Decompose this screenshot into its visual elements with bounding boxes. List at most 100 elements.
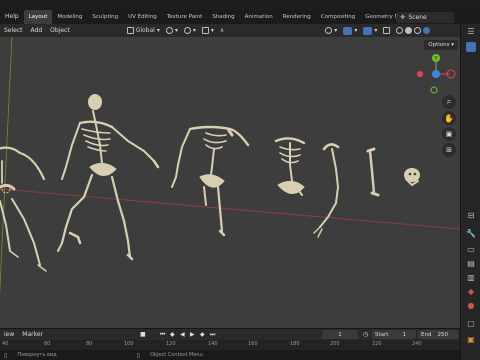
start-label: Start	[375, 331, 389, 338]
properties-active-icon[interactable]	[466, 42, 476, 52]
ruler-tick: 60	[44, 341, 51, 347]
tab-animation[interactable]: Animation	[240, 10, 278, 24]
eye-icon	[325, 27, 333, 34]
ruler-tick: 220	[372, 341, 382, 347]
end-value: 250	[437, 331, 448, 338]
skull[interactable]	[404, 168, 420, 186]
scene-props-icon[interactable]: ◆	[466, 286, 476, 296]
skeleton-1[interactable]	[57, 94, 160, 261]
xray-toggle[interactable]	[380, 26, 393, 36]
ruler-tick: 100	[124, 341, 134, 347]
pivot-point-button[interactable]: ▾	[163, 26, 181, 36]
visibility-button[interactable]: ▾	[322, 26, 340, 36]
status-rotate-view: Повернуть вид	[17, 352, 57, 358]
end-label: End	[421, 331, 432, 338]
overlay-toggle[interactable]: ▾	[360, 26, 380, 36]
tab-compositing[interactable]: Compositing	[316, 10, 360, 24]
material-icon[interactable]	[414, 27, 422, 34]
gizmo-toggle[interactable]: ▾	[340, 26, 360, 36]
next-keyframe-icon[interactable]: ◆	[200, 331, 205, 338]
perspective-grid-icon[interactable]: ⊞	[442, 143, 456, 157]
rendered-icon[interactable]	[423, 27, 431, 34]
ruler-tick: 80	[86, 341, 93, 347]
tab-shading[interactable]: Shading	[207, 10, 239, 24]
ruler-tick: 140	[208, 341, 218, 347]
camera-view-icon[interactable]: ▣	[442, 127, 456, 141]
world-icon[interactable]: ●	[466, 300, 476, 310]
skeleton-arm[interactable]	[313, 143, 340, 238]
chevron-down-icon: ▾	[192, 27, 196, 34]
gizmo-neg-y[interactable]	[430, 86, 438, 94]
end-frame-field[interactable]: End 250	[418, 330, 458, 339]
scene-name: Scene	[408, 14, 427, 21]
orientation-label: Global	[135, 27, 155, 34]
chevron-down-icon: ▾	[374, 27, 378, 34]
output-icon[interactable]: ▤	[466, 258, 476, 268]
play-reverse-icon[interactable]: ◀	[180, 331, 185, 338]
ruler-tick: 200	[330, 341, 340, 347]
wireframe-icon[interactable]	[396, 27, 404, 34]
tab-modeling[interactable]: Modeling	[52, 10, 87, 24]
skeleton-edge[interactable]	[0, 146, 47, 272]
jump-end-icon[interactable]: ⏭	[210, 331, 215, 339]
clock-icon: ◷	[363, 331, 369, 338]
hand-pan-icon[interactable]: ✋	[442, 111, 456, 125]
shading-modes[interactable]	[393, 26, 433, 36]
proportional-icon	[201, 27, 209, 34]
properties-editor-icon[interactable]: ⊟	[466, 210, 476, 220]
status-bar: ▯ Повернуть вид ▯ Object Context Menu	[0, 350, 460, 360]
overlay-icon	[363, 26, 373, 35]
ruler-tick: 120	[166, 341, 176, 347]
chevron-down-icon: ▾	[174, 27, 178, 34]
pivot-icon	[165, 27, 173, 34]
ruler-tick: 180	[290, 341, 300, 347]
falloff-button[interactable]: ∧	[217, 26, 227, 36]
zoom-icon[interactable]: ⌕	[442, 95, 456, 109]
timeline-marker-menu[interactable]: Marker	[18, 331, 47, 338]
tab-layout[interactable]: Layout	[23, 10, 53, 24]
outliner-icon[interactable]: ☰	[466, 26, 476, 36]
skeleton-3[interactable]	[274, 137, 306, 196]
play-icon[interactable]: ▶	[190, 331, 195, 338]
render-icon[interactable]: ▭	[466, 244, 476, 254]
menu-help[interactable]: Help	[0, 10, 24, 24]
tool-icon[interactable]: 🔧	[466, 228, 476, 238]
x-axis-line	[0, 188, 460, 230]
start-frame-field[interactable]: Start 1	[372, 330, 416, 339]
gizmo-neg-x[interactable]	[417, 71, 423, 77]
jump-start-icon[interactable]: ⏮	[160, 331, 165, 339]
object-props-icon[interactable]: ▢	[466, 318, 476, 328]
tab-rendering[interactable]: Rendering	[278, 10, 316, 24]
menu-select[interactable]: Select	[0, 27, 27, 34]
modifier-icon[interactable]: ▣	[466, 334, 476, 344]
scene-selector[interactable]: ❖ Scene	[396, 12, 454, 23]
timeline-ruler[interactable]: 40 60 80 100 120 140 160 180 200 220 240	[0, 340, 460, 350]
chevron-down-icon: ▾	[334, 27, 338, 34]
current-frame-field[interactable]: 1	[322, 330, 358, 339]
snap-icon	[183, 27, 191, 34]
snap-button[interactable]: ▾	[181, 26, 199, 36]
record-icon[interactable]: ■	[140, 331, 146, 338]
view-layer-icon[interactable]: ▥	[466, 272, 476, 282]
proportional-edit-button[interactable]: ▾	[199, 26, 217, 36]
chevron-down-icon: ▾	[210, 27, 214, 34]
tab-texture-paint[interactable]: Texture Paint	[162, 10, 208, 24]
ruler-tick: 40	[2, 341, 9, 347]
3d-viewport[interactable]: Options ▾ Y ⌕ ✋ ▣ ⊞	[0, 37, 460, 328]
navigation-gizmo[interactable]: Y	[417, 54, 456, 94]
ruler-tick: 240	[412, 341, 422, 347]
mouse-icon: ▯	[4, 351, 8, 359]
transform-orientation[interactable]: Global ▾	[124, 26, 163, 36]
tab-uv-editing[interactable]: UV Editing	[123, 10, 162, 24]
menu-add[interactable]: Add	[27, 27, 47, 34]
prev-keyframe-icon[interactable]: ◆	[170, 331, 175, 338]
skeleton-2[interactable]	[171, 125, 250, 237]
solid-icon[interactable]	[405, 27, 413, 34]
menu-object[interactable]: Object	[46, 27, 74, 34]
skeleton-bone[interactable]	[366, 147, 380, 197]
falloff-icon: ∧	[219, 27, 225, 34]
gizmo-z-axis[interactable]	[432, 70, 440, 78]
timeline-view-menu[interactable]: iew	[0, 331, 18, 338]
tab-sculpting[interactable]: Sculpting	[87, 10, 123, 24]
gizmo-icon	[343, 26, 353, 35]
